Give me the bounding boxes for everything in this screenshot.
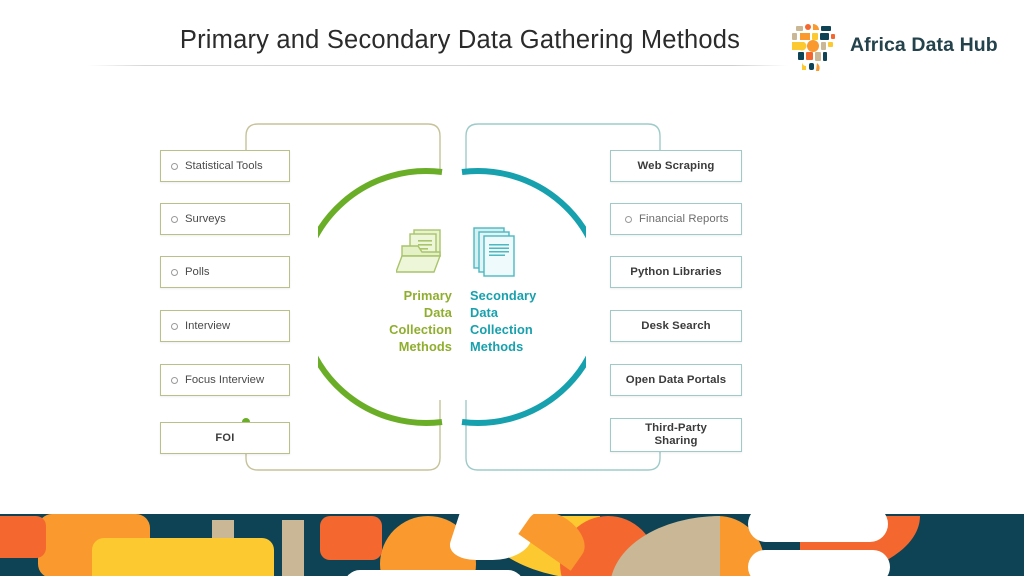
band-shape bbox=[320, 516, 382, 560]
band-shape bbox=[0, 516, 46, 558]
diagram-canvas: Primary Data Collection Methods Secondar… bbox=[0, 86, 1024, 506]
slide-header: Primary and Secondary Data Gathering Met… bbox=[0, 0, 1024, 86]
paper-stack-icon bbox=[470, 224, 588, 280]
primary-method-item-label: Interview bbox=[185, 320, 231, 332]
secondary-method-item[interactable]: Financial Reports bbox=[610, 203, 742, 235]
bullet-icon bbox=[171, 322, 178, 330]
band-shape bbox=[344, 570, 524, 576]
page-title: Primary and Secondary Data Gathering Met… bbox=[179, 26, 741, 54]
primary-method-item-label: Surveys bbox=[185, 213, 226, 225]
bullet-icon bbox=[171, 268, 178, 276]
primary-method-item[interactable]: Statistical Tools bbox=[160, 150, 290, 182]
secondary-center-block: Secondary Data Collection Methods bbox=[470, 224, 588, 356]
secondary-method-item[interactable]: Python Libraries bbox=[610, 256, 742, 288]
band-shape bbox=[748, 514, 888, 542]
secondary-label-line4: Methods bbox=[470, 338, 524, 354]
primary-method-item-label: Polls bbox=[185, 266, 210, 278]
secondary-method-item-label: Python Libraries bbox=[630, 266, 722, 278]
band-shape bbox=[92, 538, 274, 576]
secondary-method-item-label: Desk Search bbox=[641, 320, 711, 332]
primary-label-line4: Methods bbox=[398, 338, 452, 354]
folder-documents-icon bbox=[334, 224, 452, 280]
band-shape bbox=[282, 520, 304, 576]
primary-method-item-label: Focus Interview bbox=[185, 374, 265, 386]
secondary-method-item[interactable]: Open Data Portals bbox=[610, 364, 742, 396]
secondary-method-item[interactable]: Third-Party Sharing bbox=[610, 418, 742, 452]
secondary-method-item[interactable]: Web Scraping bbox=[610, 150, 742, 182]
primary-method-item[interactable]: Interview bbox=[160, 310, 290, 342]
primary-method-item-label: FOI bbox=[215, 432, 235, 444]
primary-label: Primary Data Collection Methods bbox=[334, 288, 452, 356]
primary-method-item[interactable]: Focus Interview bbox=[160, 364, 290, 396]
bullet-icon bbox=[171, 162, 178, 170]
primary-label-line2: Data bbox=[423, 304, 452, 320]
bullet-icon bbox=[625, 215, 632, 223]
secondary-method-item[interactable]: Desk Search bbox=[610, 310, 742, 342]
secondary-label: Secondary Data Collection Methods bbox=[470, 288, 588, 356]
secondary-label-line1: Secondary bbox=[470, 288, 537, 303]
slide: Primary and Secondary Data Gathering Met… bbox=[0, 0, 1024, 576]
secondary-method-item-label: Third-Party Sharing bbox=[645, 421, 707, 447]
africa-map-mosaic-icon bbox=[788, 22, 844, 74]
bullet-icon bbox=[171, 376, 178, 384]
secondary-label-line3: Collection bbox=[470, 321, 533, 337]
bullet-icon bbox=[171, 215, 178, 223]
primary-center-block: Primary Data Collection Methods bbox=[334, 224, 452, 356]
decorative-footer-band bbox=[0, 514, 1024, 576]
primary-label-line3: Collection bbox=[389, 321, 452, 337]
brand-logo: Africa Data Hub bbox=[788, 22, 1008, 74]
secondary-method-item-label: Financial Reports bbox=[639, 213, 729, 225]
brand-name: Africa Data Hub bbox=[850, 34, 998, 56]
secondary-label-line2: Data bbox=[470, 304, 499, 320]
primary-label-line1: Primary bbox=[403, 288, 452, 303]
secondary-method-item-label: Open Data Portals bbox=[625, 374, 727, 386]
primary-method-item-label: Statistical Tools bbox=[185, 160, 263, 172]
secondary-method-item-label: Web Scraping bbox=[637, 160, 715, 172]
primary-method-item[interactable]: Polls bbox=[160, 256, 290, 288]
band-shape bbox=[748, 550, 890, 576]
primary-method-item[interactable]: Surveys bbox=[160, 203, 290, 235]
primary-method-item[interactable]: FOI bbox=[160, 422, 290, 454]
title-divider bbox=[88, 65, 788, 66]
